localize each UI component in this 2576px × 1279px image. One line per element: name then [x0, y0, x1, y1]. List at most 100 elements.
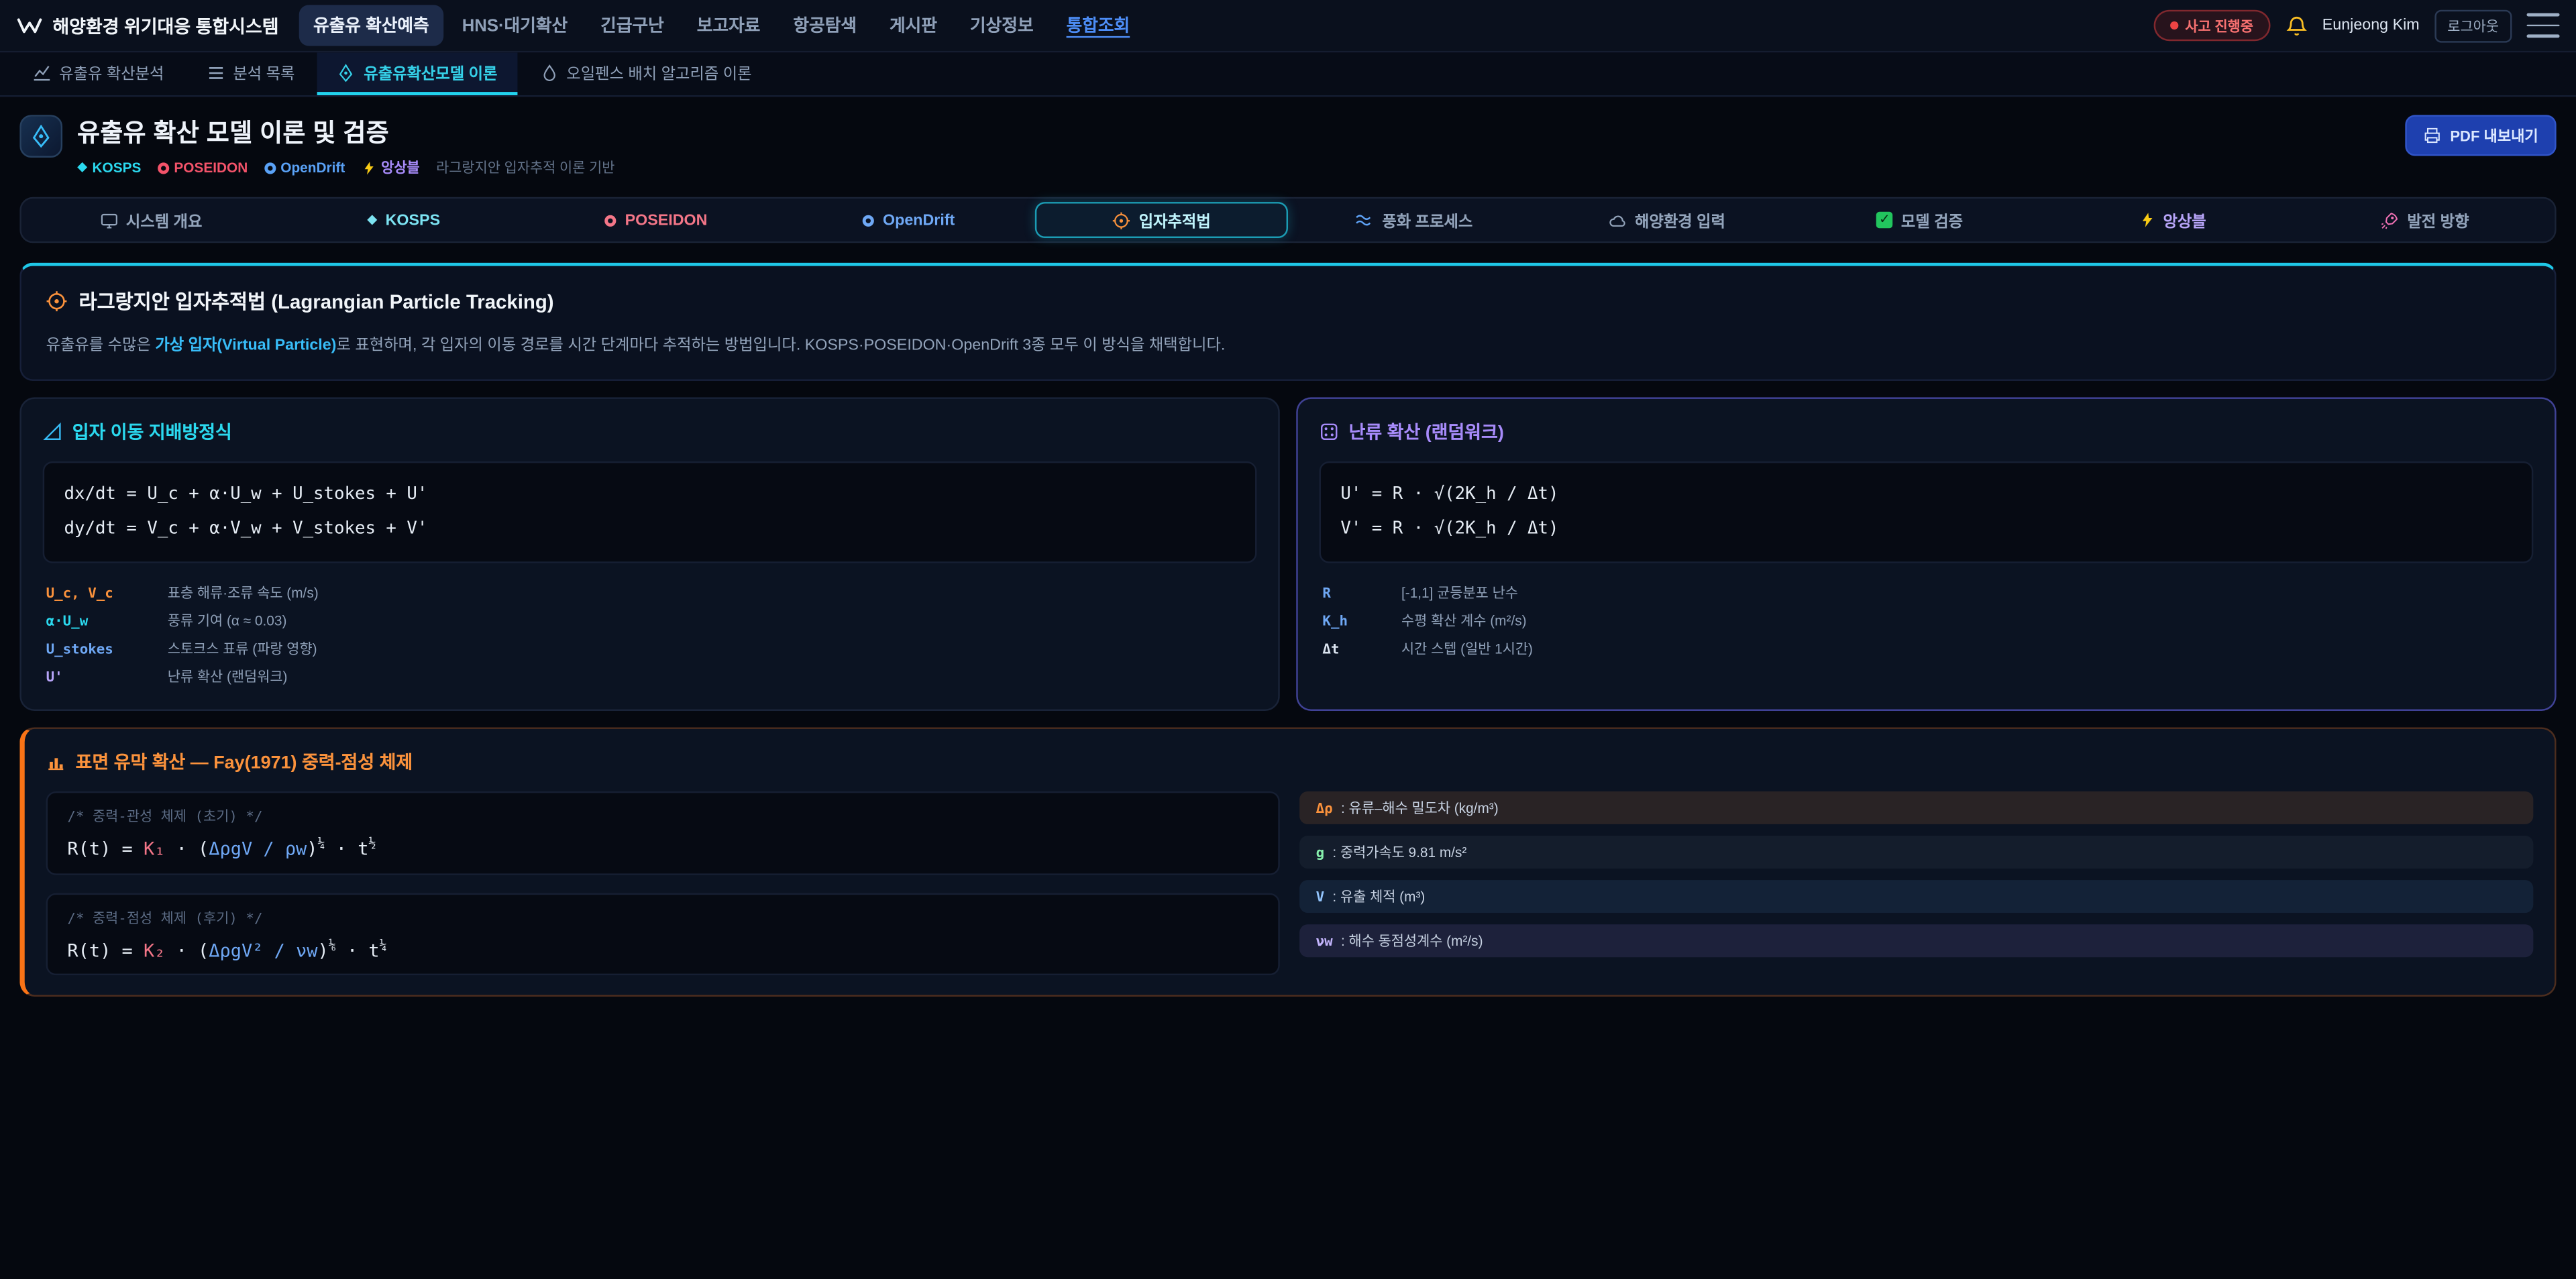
top-nav: 해양환경 위기대응 통합시스템 유출유 확산예측 HNS·대기확산 긴급구난 보…	[0, 0, 2576, 52]
legend-row: Δt시간 스텝 (일반 1시간)	[1320, 634, 2534, 662]
wing-logo-icon	[16, 15, 42, 35]
legend-row: K_h수평 확산 계수 (m²/s)	[1320, 606, 2534, 634]
governing-card-title: 입자 이동 지배방정식	[72, 419, 232, 445]
subtab-oil-fence-theory[interactable]: 오일펜스 배치 알고리즘 이론	[521, 52, 771, 95]
fay-formula-column: /* 중력-관성 체제 (초기) */ R(t) = K₁ · (ΔρgV / …	[46, 791, 1280, 976]
subtab-spill-analysis[interactable]: 유출유 확산분석	[13, 52, 184, 95]
fay-spreading-card: 표면 유막 확산 — Fay(1971) 중력-점성 체제 /* 중력-관성 체…	[19, 727, 2556, 997]
turbulence-card-title-row: 난류 확산 (랜덤워크)	[1320, 419, 2534, 445]
badge-kosps: ◆KOSPS	[77, 159, 141, 175]
turbulence-code-block: U' = R · √(2K_h / Δt) V' = R · √(2K_h / …	[1320, 461, 2534, 563]
legend-row: Δρ: 유류–해수 밀도차 (kg/m³)	[1299, 791, 2533, 824]
lightning-icon	[362, 160, 376, 175]
dice-icon	[1320, 422, 1339, 441]
nav-item-reports[interactable]: 보고자료	[682, 5, 775, 46]
governing-legend: U_c, V_c표층 해류·조류 속도 (m/s) α·U_w풍류 기여 (α …	[43, 578, 1257, 689]
governing-card-title-row: 입자 이동 지배방정식	[43, 419, 1257, 445]
badge-ensemble: 앙상블	[362, 158, 420, 177]
fay-legend-column: Δρ: 유류–해수 밀도차 (kg/m³) g: 중력가속도 9.81 m/s²…	[1299, 791, 2533, 976]
lagrangian-intro-panel: 라그랑지안 입자추적법 (Lagrangian Particle Trackin…	[19, 263, 2556, 381]
fay-gravity-inertial-formula: R(t) = K₁ · (ΔρgV / ρw)¼ · t½	[67, 836, 1258, 860]
section-tab-particle-tracking[interactable]: 입자추적법	[1035, 202, 1288, 238]
nav-item-board[interactable]: 게시판	[875, 5, 952, 46]
section-tab-poseidon[interactable]: POSEIDON	[530, 202, 783, 238]
hamburger-menu-icon[interactable]	[2527, 13, 2560, 38]
page-icon-tile	[19, 115, 62, 158]
turbulence-diffusion-card: 난류 확산 (랜덤워크) U' = R · √(2K_h / Δt) V' = …	[1296, 397, 2556, 711]
diamond-icon: ◆	[77, 161, 87, 174]
section-tab-ocean-input[interactable]: 해양환경 입력	[1541, 202, 1794, 238]
governing-equation-card: 입자 이동 지배방정식 dx/dt = U_c + α·U_w + U_stok…	[19, 397, 1279, 711]
printer-icon	[2424, 126, 2442, 144]
notification-bell-icon[interactable]	[2284, 14, 2307, 37]
cloud-icon	[1609, 211, 1627, 229]
target-icon	[1113, 211, 1131, 229]
turbulence-legend: R[-1,1] 균등분포 난수 K_h수평 확산 계수 (m²/s) Δt시간 …	[1320, 578, 2534, 662]
bar-chart-icon	[46, 752, 66, 771]
pen-nib-icon	[30, 125, 52, 148]
user-name: Eunjeong Kim	[2322, 16, 2420, 34]
nav-item-weather-info[interactable]: 기상정보	[955, 5, 1049, 46]
legend-row: U_stokes스토크스 표류 (파랑 영향)	[43, 634, 1257, 662]
fay-gravity-viscous-block: /* 중력-점성 체제 (후기) */ R(t) = K₂ · (ΔρgV² /…	[46, 893, 1280, 976]
ring-icon	[605, 214, 616, 225]
page-title: 유출유 확산 모델 이론 및 검증	[77, 115, 614, 149]
badge-poseidon: POSEIDON	[158, 159, 248, 175]
chart-line-icon	[33, 63, 51, 81]
pen-nib-icon	[337, 63, 356, 81]
top-nav-right: 사고 진행중 Eunjeong Kim 로그아웃	[2154, 9, 2560, 42]
section-tab-bar: 시스템 개요 ◆ KOSPS POSEIDON OpenDrift 입자추적법 …	[19, 197, 2556, 243]
page-header-left: 유출유 확산 모델 이론 및 검증 ◆KOSPS POSEIDON OpenDr…	[19, 115, 614, 177]
nav-item-aerial-search[interactable]: 항공탐색	[778, 5, 871, 46]
subtab-analysis-list[interactable]: 분석 목록	[187, 52, 315, 95]
triangle-ruler-icon	[43, 422, 62, 441]
page-subtitle: 라그랑지안 입자추적 이론 기반	[436, 158, 614, 177]
legend-row: νw: 해수 동점성계수 (m²/s)	[1299, 924, 2533, 957]
section-tab-system-overview[interactable]: 시스템 개요	[25, 202, 278, 238]
pdf-export-button[interactable]: PDF 내보내기	[2406, 115, 2556, 156]
app-title: 해양환경 위기대응 통합시스템	[52, 12, 278, 38]
section-tab-future-direction[interactable]: 발전 방향	[2299, 202, 2552, 238]
nav-item-emergency-rescue[interactable]: 긴급구난	[586, 5, 679, 46]
logout-button[interactable]: 로그아웃	[2434, 9, 2512, 42]
sub-tab-bar: 유출유 확산분석 분석 목록 유출유확산모델 이론 오일펜스 배치 알고리즘 이…	[0, 52, 2576, 97]
diamond-icon: ◆	[367, 213, 377, 227]
governing-code-block: dx/dt = U_c + α·U_w + U_stokes + U' dy/d…	[43, 461, 1257, 563]
incident-dot-icon	[2170, 21, 2178, 30]
fay-gravity-viscous-formula: R(t) = K₂ · (ΔρgV² / νw)⅙ · t¼	[67, 937, 1258, 961]
page-header: 유출유 확산 모델 이론 및 검증 ◆KOSPS POSEIDON OpenDr…	[19, 115, 2556, 177]
list-icon	[207, 63, 225, 81]
section-tab-model-validation[interactable]: ✓ 모델 검증	[1793, 202, 2046, 238]
nav-item-hns-diffusion[interactable]: HNS·대기확산	[447, 5, 583, 46]
section-tab-opendrift[interactable]: OpenDrift	[783, 202, 1036, 238]
legend-row: α·U_w풍류 기여 (α ≈ 0.03)	[43, 606, 1257, 634]
check-square-icon: ✓	[1876, 212, 1892, 228]
app-root: 해양환경 위기대응 통합시스템 유출유 확산예측 HNS·대기확산 긴급구난 보…	[0, 0, 2576, 1279]
section-tab-kosps[interactable]: ◆ KOSPS	[277, 202, 530, 238]
droplet-icon	[540, 63, 558, 81]
section-tab-ensemble[interactable]: 앙상블	[2046, 202, 2299, 238]
intro-title: 라그랑지안 입자추적법 (Lagrangian Particle Trackin…	[79, 287, 554, 315]
page-title-block: 유출유 확산 모델 이론 및 검증 ◆KOSPS POSEIDON OpenDr…	[77, 115, 614, 177]
legend-row: U'난류 확산 (랜덤워크)	[43, 662, 1257, 690]
main-content: 유출유 확산 모델 이론 및 검증 ◆KOSPS POSEIDON OpenDr…	[0, 115, 2576, 997]
subtab-model-theory[interactable]: 유출유확산모델 이론	[318, 52, 517, 95]
legend-row: V: 유출 체적 (m³)	[1299, 880, 2533, 913]
rocket-icon	[2381, 211, 2399, 229]
incident-status-label: 사고 진행중	[2185, 15, 2253, 35]
monitor-icon	[100, 211, 118, 229]
fay-body: /* 중력-관성 체제 (초기) */ R(t) = K₁ · (ΔρgV / …	[46, 791, 2534, 976]
fay-gravity-inertial-block: /* 중력-관성 체제 (초기) */ R(t) = K₁ · (ΔρgV / …	[46, 791, 1280, 875]
fay-card-title-row: 표면 유막 확산 — Fay(1971) 중력-점성 체제	[46, 748, 2534, 775]
legend-row: g: 중력가속도 9.81 m/s²	[1299, 836, 2533, 869]
section-tab-weathering[interactable]: 풍화 프로세스	[1288, 202, 1541, 238]
lightning-icon	[2139, 212, 2155, 228]
incident-status-badge: 사고 진행중	[2154, 10, 2270, 42]
ring-icon	[158, 162, 169, 173]
equation-cards-row: 입자 이동 지배방정식 dx/dt = U_c + α·U_w + U_stok…	[19, 397, 2556, 711]
nav-item-integrated-search[interactable]: 통합조회	[1052, 5, 1145, 46]
legend-row: U_c, V_c표층 해류·조류 속도 (m/s)	[43, 578, 1257, 606]
nav-item-spill-prediction[interactable]: 유출유 확산예측	[299, 5, 444, 46]
ring-icon	[863, 214, 875, 225]
legend-row: R[-1,1] 균등분포 난수	[1320, 578, 2534, 606]
